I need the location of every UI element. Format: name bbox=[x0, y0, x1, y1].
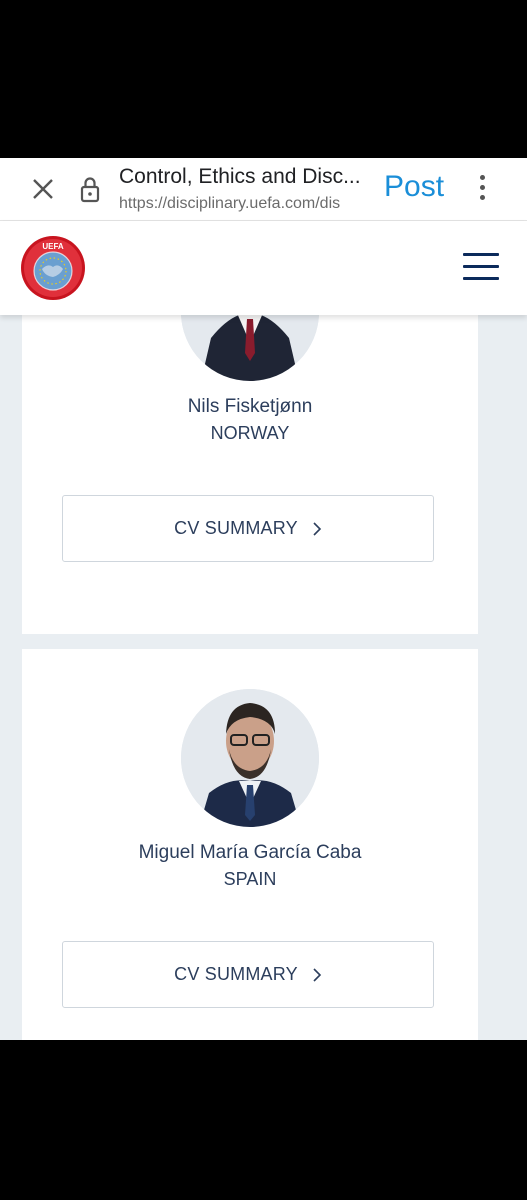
cv-summary-button[interactable]: CV SUMMARY bbox=[62, 495, 434, 562]
member-photo bbox=[181, 689, 319, 827]
member-name: Nils Fisketjønn bbox=[187, 396, 313, 417]
member-country: NORWAY bbox=[210, 423, 290, 443]
members-list: Nils Fisketjønn NORWAY CV SUMMARY Miguel bbox=[0, 315, 527, 1040]
cv-summary-label: CV SUMMARY bbox=[174, 964, 298, 984]
chevron-right-icon bbox=[313, 521, 321, 536]
uefa-logo[interactable]: UEFA bbox=[20, 235, 86, 301]
member-country: SPAIN bbox=[223, 869, 277, 889]
member-card: Miguel María García Caba SPAIN CV SUMMAR… bbox=[22, 649, 478, 1040]
browser-toolbar: Control, Ethics and Disc... https://disc… bbox=[0, 158, 527, 221]
site-header: UEFA bbox=[0, 221, 527, 315]
hamburger-menu-icon[interactable] bbox=[463, 253, 499, 283]
member-photo bbox=[181, 315, 319, 381]
member-card: Nils Fisketjønn NORWAY CV SUMMARY bbox=[22, 315, 478, 634]
svg-text:UEFA: UEFA bbox=[42, 242, 64, 251]
status-bar-area bbox=[0, 0, 527, 158]
chevron-right-icon bbox=[313, 967, 321, 982]
lock-icon bbox=[80, 177, 100, 203]
page-url[interactable]: https://disciplinary.uefa.com/dis bbox=[119, 195, 369, 213]
post-button[interactable]: Post bbox=[384, 170, 444, 204]
kebab-menu-icon[interactable] bbox=[476, 175, 488, 205]
cv-summary-label: CV SUMMARY bbox=[174, 518, 298, 538]
cv-summary-button[interactable]: CV SUMMARY bbox=[62, 941, 434, 1008]
page-title: Control, Ethics and Disc... bbox=[119, 165, 361, 188]
navigation-bar-area bbox=[0, 1040, 527, 1200]
close-icon[interactable] bbox=[30, 176, 56, 202]
member-name: Miguel María García Caba bbox=[138, 842, 362, 863]
